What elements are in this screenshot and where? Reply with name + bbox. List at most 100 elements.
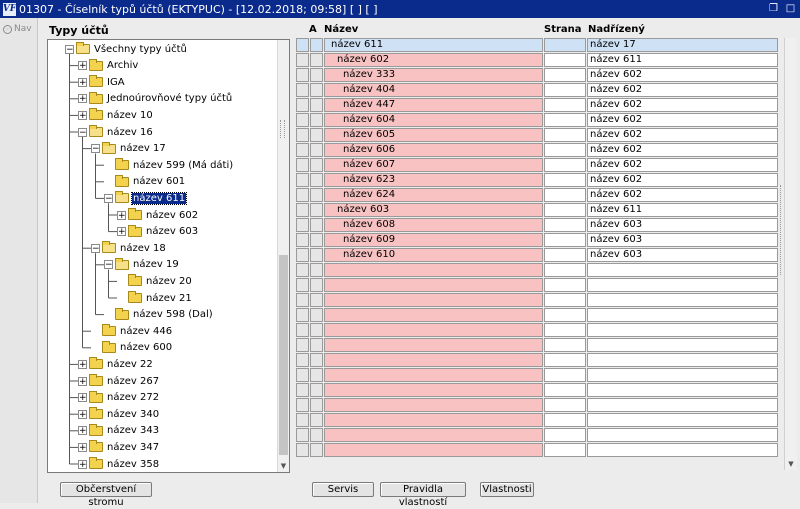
row-selector[interactable] — [296, 383, 309, 397]
empty-table-row[interactable] — [296, 338, 778, 353]
cell-parent[interactable]: název 603 — [587, 248, 778, 262]
cell-name[interactable] — [324, 263, 543, 277]
cell-a[interactable] — [310, 218, 323, 232]
cell-parent[interactable]: název 603 — [587, 233, 778, 247]
table-row[interactable]: název 624 název 602 — [296, 188, 778, 203]
row-selector[interactable] — [296, 413, 309, 427]
cell-strana[interactable] — [544, 413, 586, 427]
cell-strana[interactable] — [544, 368, 586, 382]
cell-name[interactable]: název 609 — [324, 233, 543, 247]
tree-node[interactable]: + název 340 — [78, 406, 160, 422]
refresh-tree-button[interactable]: Občerstvení stromu — [60, 482, 152, 508]
cell-strana[interactable] — [544, 293, 586, 307]
cell-parent[interactable]: název 602 — [587, 68, 778, 82]
tree-node[interactable]: − název 16 — [78, 124, 154, 140]
row-selector[interactable] — [296, 68, 309, 82]
scroll-down-icon[interactable]: ▼ — [279, 462, 288, 471]
empty-table-row[interactable] — [296, 398, 778, 413]
cell-parent[interactable] — [587, 263, 778, 277]
cell-a[interactable] — [310, 143, 323, 157]
cell-name[interactable]: název 610 — [324, 248, 543, 262]
table-row[interactable]: název 610 název 603 — [296, 248, 778, 263]
cell-name[interactable]: název 447 — [324, 98, 543, 112]
cell-a[interactable] — [310, 83, 323, 97]
splitter-handle[interactable] — [280, 120, 285, 138]
row-selector[interactable] — [296, 158, 309, 172]
cell-a[interactable] — [310, 158, 323, 172]
cell-a[interactable] — [310, 188, 323, 202]
cell-a[interactable] — [310, 53, 323, 67]
expand-icon[interactable]: + — [78, 409, 87, 419]
cell-a[interactable] — [310, 38, 323, 52]
cell-name[interactable]: název 623 — [324, 173, 543, 187]
empty-table-row[interactable] — [296, 308, 778, 323]
cell-a[interactable] — [310, 113, 323, 127]
cell-strana[interactable] — [544, 53, 586, 67]
tree-scroll-thumb[interactable] — [279, 255, 288, 455]
property-rules-button[interactable]: Pravidla vlastností — [380, 482, 466, 508]
row-selector[interactable] — [296, 143, 309, 157]
row-selector[interactable] — [296, 98, 309, 112]
tree-node[interactable]: název 600 — [91, 340, 173, 356]
cell-strana[interactable] — [544, 233, 586, 247]
tree-node[interactable]: + Archiv — [78, 58, 139, 74]
empty-table-row[interactable] — [296, 263, 778, 278]
cell-strana[interactable] — [544, 323, 586, 337]
expand-icon[interactable]: + — [78, 94, 87, 104]
cell-name[interactable]: název 606 — [324, 143, 543, 157]
cell-parent[interactable]: název 602 — [587, 173, 778, 187]
row-selector[interactable] — [296, 38, 309, 52]
cell-parent[interactable] — [587, 398, 778, 412]
row-selector[interactable] — [296, 83, 309, 97]
properties-button[interactable]: Vlastnosti — [480, 482, 534, 497]
cell-strana[interactable] — [544, 98, 586, 112]
cell-strana[interactable] — [544, 188, 586, 202]
row-selector[interactable] — [296, 293, 309, 307]
cell-strana[interactable] — [544, 248, 586, 262]
cell-parent[interactable]: název 602 — [587, 113, 778, 127]
collapse-icon[interactable]: − — [65, 44, 74, 54]
row-selector[interactable] — [296, 128, 309, 142]
cell-parent[interactable]: název 602 — [587, 98, 778, 112]
empty-table-row[interactable] — [296, 443, 778, 458]
cell-a[interactable] — [310, 203, 323, 217]
table-row[interactable]: název 602 název 611 — [296, 53, 778, 68]
collapse-icon[interactable]: − — [78, 127, 87, 137]
cell-name[interactable] — [324, 383, 543, 397]
expand-icon[interactable]: + — [78, 459, 87, 469]
cell-strana[interactable] — [544, 68, 586, 82]
tree-node[interactable]: − název 611 — [104, 190, 188, 206]
cell-name[interactable]: název 602 — [324, 53, 543, 67]
column-header-a[interactable]: A — [309, 24, 317, 35]
cell-name[interactable]: název 608 — [324, 218, 543, 232]
tree-node[interactable]: − název 18 — [91, 240, 167, 256]
cell-a[interactable] — [310, 398, 323, 412]
cell-name[interactable]: název 604 — [324, 113, 543, 127]
cell-name[interactable] — [324, 278, 543, 292]
expand-icon[interactable]: + — [78, 61, 87, 71]
table-row[interactable]: název 404 název 602 — [296, 83, 778, 98]
cell-strana[interactable] — [544, 353, 586, 367]
tree-node[interactable]: název 601 — [104, 174, 186, 190]
cell-parent[interactable]: název 611 — [587, 53, 778, 67]
cell-a[interactable] — [310, 353, 323, 367]
cell-strana[interactable] — [544, 218, 586, 232]
cell-parent[interactable] — [587, 413, 778, 427]
tree-node[interactable]: + název 267 — [78, 373, 160, 389]
expand-icon[interactable]: + — [78, 442, 87, 452]
collapse-icon[interactable]: − — [91, 144, 100, 154]
cell-parent[interactable]: název 602 — [587, 128, 778, 142]
table-row[interactable]: název 333 název 602 — [296, 68, 778, 83]
cell-strana[interactable] — [544, 38, 586, 52]
cell-parent[interactable] — [587, 323, 778, 337]
empty-table-row[interactable] — [296, 428, 778, 443]
tree-node[interactable]: název 20 — [117, 273, 193, 289]
tree-node[interactable]: název 599 (Má dáti) — [104, 157, 234, 173]
expand-icon[interactable]: + — [78, 77, 87, 87]
cell-a[interactable] — [310, 278, 323, 292]
cell-a[interactable] — [310, 248, 323, 262]
collapse-icon[interactable]: − — [104, 260, 113, 270]
cell-parent[interactable]: název 602 — [587, 83, 778, 97]
row-selector[interactable] — [296, 428, 309, 442]
cell-parent[interactable] — [587, 308, 778, 322]
